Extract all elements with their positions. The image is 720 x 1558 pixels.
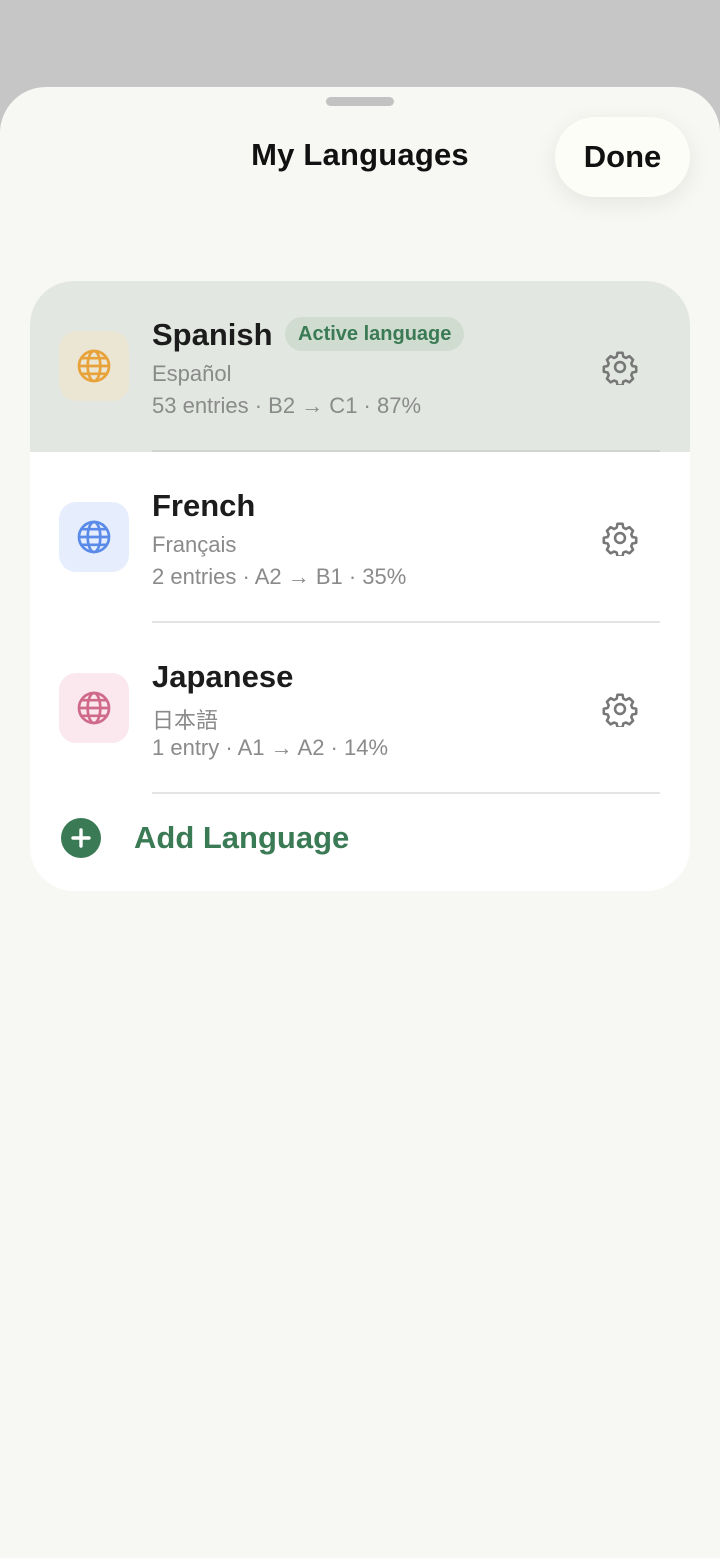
settings-gear-icon[interactable] [602, 349, 638, 385]
language-native-name: 日本語 [152, 708, 219, 733]
language-name: Japanese [152, 659, 294, 694]
language-name: French [152, 488, 256, 523]
language-row-spanish[interactable]: Spanish Active language Español 53 entri… [30, 281, 690, 452]
language-native-name: Español [152, 361, 232, 386]
sheet-grabber[interactable] [326, 97, 394, 106]
language-stats: 2 entries · A2 → B1 · 35% [152, 564, 407, 589]
languages-sheet: My Languages Done Spanish Active languag… [0, 87, 720, 1558]
done-button[interactable]: Done [555, 117, 690, 197]
active-language-badge: Active language [285, 317, 465, 351]
settings-gear-icon[interactable] [602, 691, 638, 727]
language-stats: 1 entry · A1 → A2 · 14% [152, 735, 389, 760]
language-list: Spanish Active language Español 53 entri… [30, 281, 690, 891]
language-native-name: Français [152, 532, 237, 557]
add-language-button[interactable]: Add Language [30, 794, 690, 891]
globe-icon [59, 673, 129, 743]
globe-icon [59, 502, 129, 572]
language-row-japanese[interactable]: Japanese 日本語 1 entry · A1 → A2 · 14% [30, 623, 690, 794]
add-language-label: Add Language [134, 820, 350, 855]
globe-icon [59, 331, 129, 401]
settings-gear-icon[interactable] [602, 520, 638, 556]
language-row-french[interactable]: French Français 2 entries · A2 → B1 · 35… [30, 452, 690, 623]
language-name: Spanish [152, 317, 273, 352]
plus-circle-icon [61, 818, 101, 858]
language-stats: 53 entries · B2 → C1 · 87% [152, 393, 422, 418]
